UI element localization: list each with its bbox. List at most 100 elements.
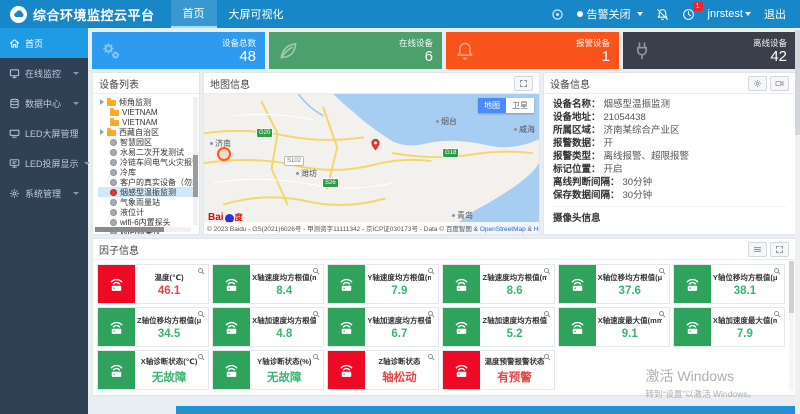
factor-card[interactable]: X轴诊断状态(℃) 无故障 <box>97 350 209 390</box>
sensor-icon <box>98 265 135 303</box>
magnifier-icon[interactable] <box>543 353 551 361</box>
tree-item[interactable]: VIETNAM <box>98 117 193 127</box>
stats-row: 设备总数 48 在线设备 6 报警设备 1 <box>92 32 796 69</box>
factor-card[interactable]: 温度预警报警状态 有预警 <box>442 350 554 390</box>
magnifier-icon[interactable] <box>312 310 320 318</box>
tree-item[interactable]: 烟感型温振监测 <box>98 187 193 197</box>
tree-item[interactable]: 冷库 <box>98 167 193 177</box>
factor-label: X轴位移均方根值(μm) <box>598 272 662 283</box>
map-canvas[interactable]: 地图 卫星 济南潍坊烟台威海青岛 G20G18S26S102 Bai 度 <box>204 94 539 234</box>
tree-item[interactable]: 冷链车间电气火灾报警 <box>98 157 193 167</box>
tree-item-label: 客户的真实设备（勿动 <box>120 177 193 187</box>
tree-item[interactable]: 气象雨量站 <box>98 197 193 207</box>
cluster-marker[interactable] <box>217 147 231 161</box>
chevron-down-icon <box>73 102 79 105</box>
scroll-thumb[interactable] <box>795 30 800 135</box>
expand-arrow-icon <box>100 99 104 105</box>
magnifier-icon[interactable] <box>427 267 435 275</box>
map-mode-button[interactable]: 地图 <box>478 98 506 113</box>
sidebar-item[interactable]: 系统管理 <box>0 178 88 208</box>
map-expand-button[interactable] <box>514 76 533 91</box>
info-row: 报警类型： 离线报警、超限报警 <box>553 150 786 163</box>
factor-card[interactable]: Y轴位移均方根值(μm) 38.1 <box>673 264 785 304</box>
page-scrollbar[interactable] <box>795 28 800 414</box>
alarm-toggle-select[interactable]: 告警关闭 <box>577 6 643 22</box>
tree-item[interactable]: 客户的真实设备（勿动 <box>98 177 193 187</box>
topnav-item[interactable]: 大屏可视化 <box>217 0 296 28</box>
factor-card[interactable]: X轴加速度最大值(mm/s2) 7.9 <box>673 307 785 347</box>
factor-card[interactable]: Z轴速度均方根值(mm/s) 8.6 <box>442 264 554 304</box>
magnifier-icon[interactable] <box>773 310 781 318</box>
tree-item[interactable]: 水易二次开发测试 <box>98 147 193 157</box>
info-label: 报警类型： <box>553 150 601 163</box>
tree-item[interactable]: 倾角监测 <box>98 97 193 107</box>
satellite-mode-button[interactable]: 卫星 <box>506 98 534 113</box>
magnifier-icon[interactable] <box>543 310 551 318</box>
tree-vertical-scrollbar[interactable] <box>193 97 198 225</box>
magnifier-icon[interactable] <box>312 353 320 361</box>
sidebar-item[interactable]: 首页 <box>0 28 88 58</box>
device-settings-button[interactable] <box>748 76 767 91</box>
factor-label: X轴加速度最大值(mm/s2) <box>713 315 777 326</box>
sidebar-item[interactable]: LED投屏显示 <box>0 148 88 178</box>
tree-item[interactable]: 西藏自治区 <box>98 127 193 137</box>
device-marker-pin[interactable] <box>369 136 382 153</box>
tree-item[interactable]: 液位计 <box>98 207 193 217</box>
factor-card[interactable]: X轴位移均方根值(μm) 37.6 <box>558 264 670 304</box>
factor-card[interactable]: Z轴诊断状态 轴松动 <box>327 350 439 390</box>
info-row: 离线判断间隔： 30分钟 <box>553 176 786 189</box>
factor-expand-button[interactable] <box>770 242 789 257</box>
notification-button[interactable]: 1 <box>682 8 695 21</box>
tree-item[interactable]: VIETNAM <box>98 107 193 117</box>
sidebar-item-label: 系统管理 <box>25 187 61 200</box>
topnav-item[interactable]: 首页 <box>171 0 217 28</box>
factor-card[interactable]: Y轴速度均方根值(mm/s) 7.9 <box>327 264 439 304</box>
expand-arrow-icon <box>100 129 104 135</box>
factor-card[interactable]: 温度(℃) 46.1 <box>97 264 209 304</box>
info-label: 设备名称： <box>553 98 601 111</box>
magnifier-icon[interactable] <box>543 267 551 275</box>
logout-button[interactable]: 退出 <box>764 6 786 22</box>
magnifier-icon[interactable] <box>197 310 205 318</box>
here-link[interactable]: HERE <box>534 226 539 233</box>
magnifier-icon[interactable] <box>197 353 205 361</box>
device-camera-button[interactable] <box>770 76 789 91</box>
info-value: 开 <box>604 137 614 150</box>
factor-card[interactable]: X轴速度均方根值(mm/s) 8.4 <box>212 264 324 304</box>
tree-item[interactable]: wifi-6内置探头 <box>98 217 193 227</box>
sensor-icon <box>213 308 250 346</box>
mute-bell-icon[interactable] <box>656 8 669 21</box>
factor-value: 7.9 <box>391 285 407 297</box>
magnifier-icon[interactable] <box>197 267 205 275</box>
user-menu[interactable]: jnrstest <box>708 8 751 20</box>
magnifier-icon[interactable] <box>773 267 781 275</box>
factor-scrollbar[interactable] <box>789 261 794 391</box>
magnifier-icon[interactable] <box>312 267 320 275</box>
tree-horizontal-scrollbar[interactable] <box>95 227 191 232</box>
sidebar-item[interactable]: 在线监控 <box>0 58 88 88</box>
stat-value: 42 <box>753 49 787 65</box>
factor-card[interactable]: Z轴加速度均方根值(mm/s2) 5.2 <box>442 307 554 347</box>
factor-card[interactable]: X轴加速度均方根值(mm/s2) 4.8 <box>212 307 324 347</box>
factor-card[interactable]: X轴速度最大值(mm/s) 9.1 <box>558 307 670 347</box>
list-view-button[interactable] <box>748 242 767 257</box>
factor-card[interactable]: Z轴位移均方根值(μm) 34.5 <box>97 307 209 347</box>
tree-item-label: 烟感型温振监测 <box>120 187 176 197</box>
sidebar-item[interactable]: LED大屏管理 <box>0 118 88 148</box>
magnifier-icon[interactable] <box>658 267 666 275</box>
osm-link[interactable]: OpenStreetMap <box>480 226 526 233</box>
sidebar-item[interactable]: 数据中心 <box>0 88 88 118</box>
tree-item[interactable]: 智慧园区 <box>98 137 193 147</box>
factor-card[interactable]: Y轴加速度均方根值(mm/s2) 6.7 <box>327 307 439 347</box>
device-list-title: 设备列表 <box>99 76 139 91</box>
magnifier-icon[interactable] <box>658 310 666 318</box>
scroll-thumb[interactable] <box>193 155 198 197</box>
factor-label: 温度(℃) <box>155 272 184 283</box>
magnifier-icon[interactable] <box>427 310 435 318</box>
scroll-thumb[interactable] <box>789 261 794 313</box>
fullscreen-icon[interactable] <box>551 8 564 21</box>
info-value: 离线报警、超限报警 <box>604 150 690 163</box>
magnifier-icon[interactable] <box>427 353 435 361</box>
scroll-thumb[interactable] <box>95 227 164 232</box>
factor-card[interactable]: Y轴诊断状态(%) 无故障 <box>212 350 324 390</box>
